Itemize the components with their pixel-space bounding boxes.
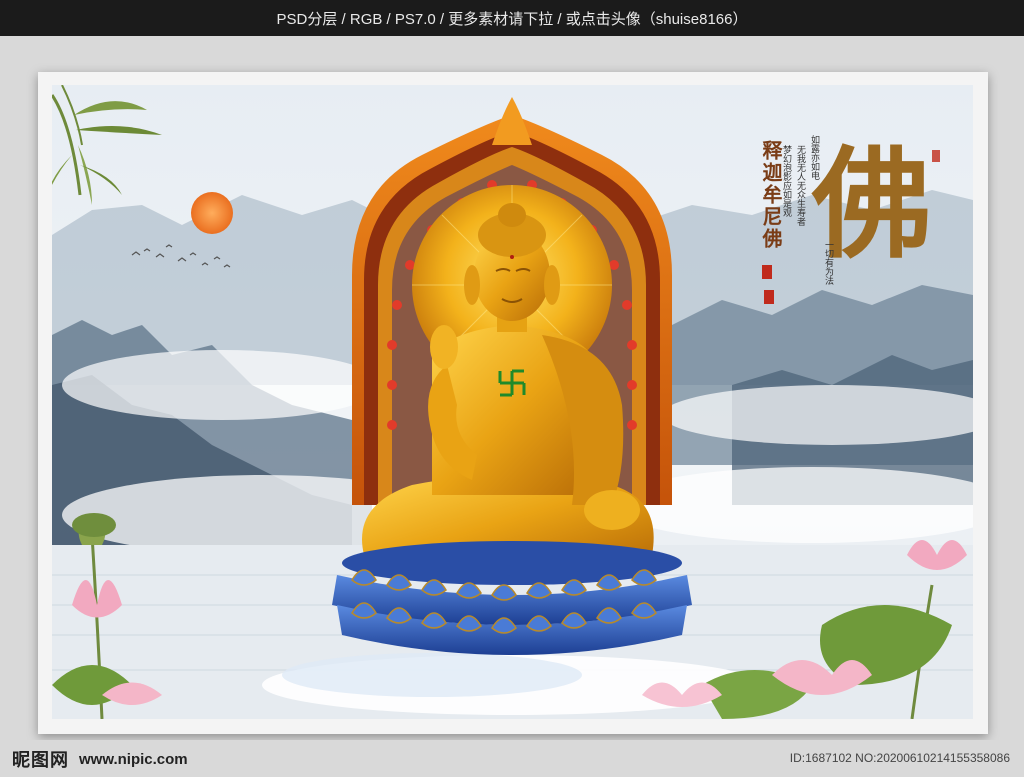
red-seal [764,290,774,304]
banner-text: PSD分层 / RGB / PS7.0 / 更多素材请下拉 / 或点击头像（sh… [276,10,748,28]
image-id: ID:1687102 NO:20200610214155358086 [789,751,1010,765]
poem-line-1: 如露亦如电 [809,135,819,180]
site-logo[interactable]: 昵图网 www.nipic.com [12,748,188,771]
poem-line-3: 梦幻泡影应如是观 [781,145,791,217]
poster-artwork: 佛 释迦牟尼佛 如露亦如电 无我无人无众生寿者 梦幻泡影应如是观 一切有为法 [52,85,973,719]
logo-text: 昵图网 [12,750,69,771]
lotus-throne [332,541,692,655]
red-seal [932,150,940,162]
top-info-bar: PSD分层 / RGB / PS7.0 / 更多素材请下拉 / 或点击头像（sh… [0,0,1024,36]
poem-line-4: 一切有为法 [823,240,833,285]
sun [191,192,233,234]
poem-line-2: 无我无人无众生寿者 [795,145,805,226]
site-url[interactable]: www.nipic.com [79,751,188,768]
watermark-bar: 昵图网 www.nipic.com ID:1687102 NO:20200610… [0,740,1024,777]
red-seal [762,265,772,279]
